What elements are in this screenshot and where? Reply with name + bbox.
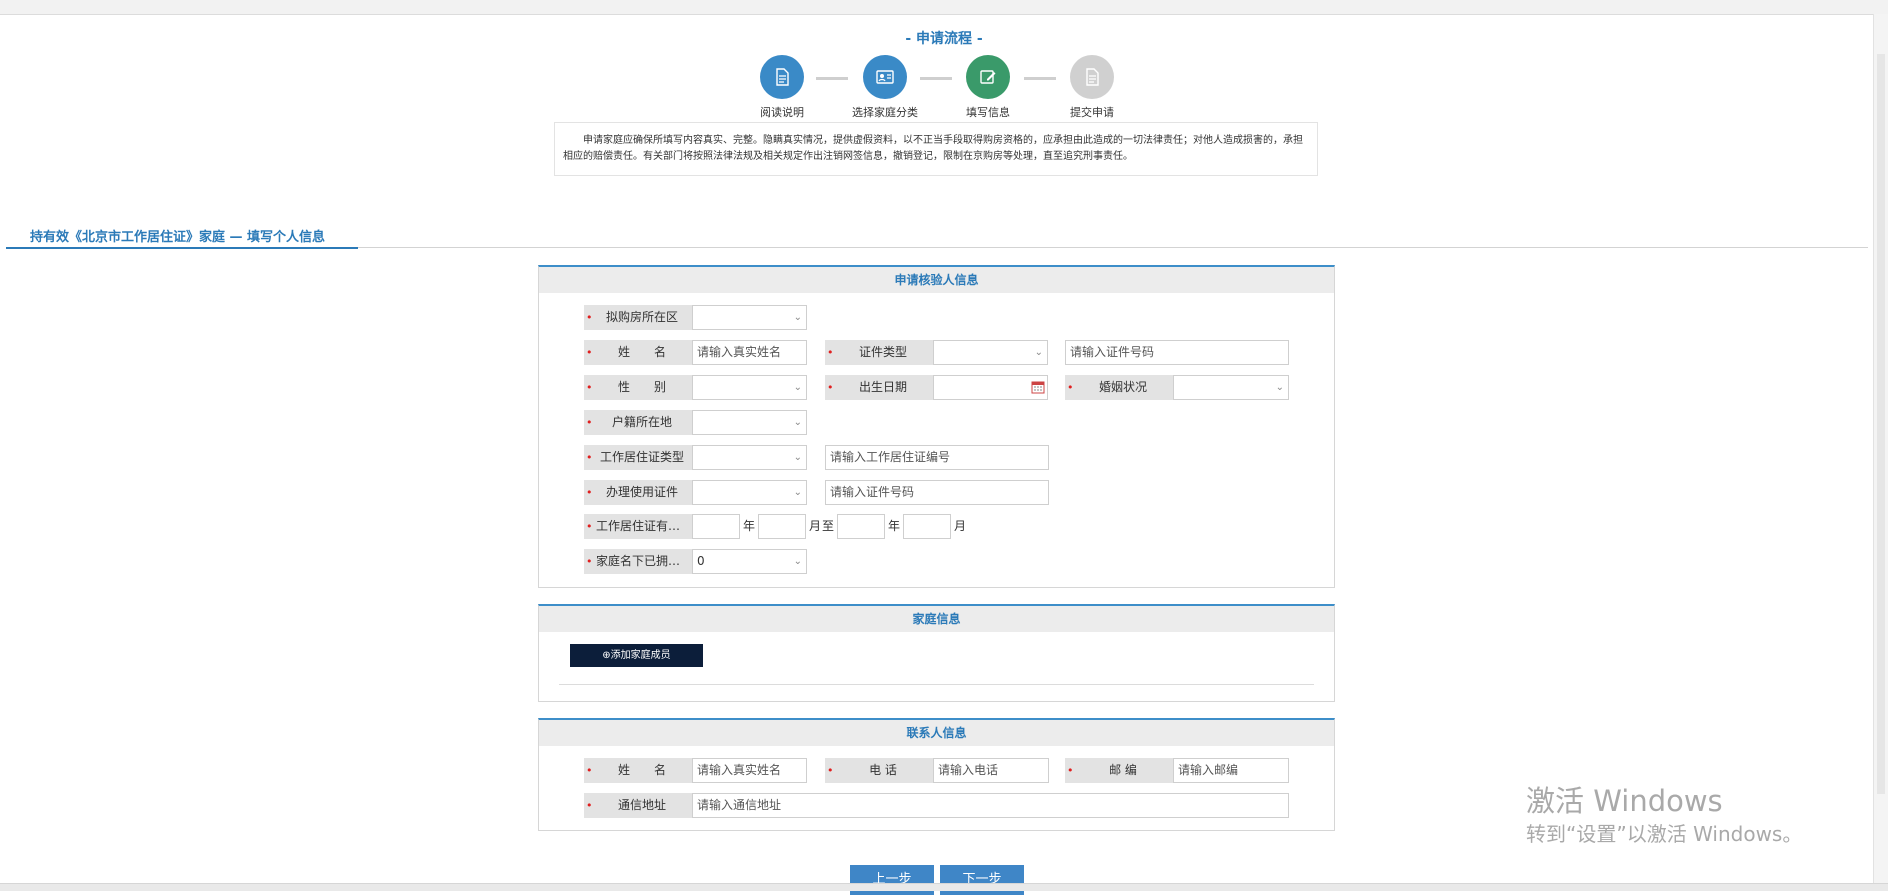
contact-phone-input[interactable]: 请输入电话 [933, 758, 1049, 783]
id-number-input[interactable]: 请输入证件号码 [1065, 340, 1289, 365]
district-label: • 拟购房所在区 [584, 305, 692, 330]
validity-end-month-input[interactable] [903, 514, 951, 539]
validity-start-year-input[interactable] [692, 514, 740, 539]
step-label: 选择家庭分类 [852, 106, 918, 119]
step-submit [1070, 55, 1114, 99]
document-icon [1086, 68, 1099, 86]
birth-date-label: • 出生日期 [825, 375, 933, 400]
district-select[interactable]: ⌄ [692, 305, 807, 330]
id-card-icon [876, 70, 894, 84]
contact-zip-input[interactable]: 请输入邮编 [1173, 758, 1289, 783]
step-connector [816, 77, 848, 80]
page-title: 持有效《北京市工作居住证》家庭 — 填写个人信息 [30, 230, 326, 245]
permit-number-input[interactable]: 请输入工作居住证编号 [825, 445, 1049, 470]
houses-owned-select[interactable]: 0 ⌄ [692, 549, 807, 574]
used-id-select[interactable]: ⌄ [692, 480, 807, 505]
chevron-down-icon: ⌄ [1034, 347, 1043, 358]
used-id-number-input[interactable]: 请输入证件号码 [825, 480, 1049, 505]
contact-name-label: • 姓 名 [584, 758, 692, 783]
contact-phone-label: • 电 话 [825, 758, 933, 783]
unit-year: 年 [743, 519, 756, 533]
horizontal-scrollbar[interactable] [0, 883, 1888, 891]
step-select-category [863, 55, 907, 99]
hukou-select[interactable]: ⌄ [692, 410, 807, 435]
permit-type-label: • 工作居住证类型 [584, 445, 692, 470]
step-fill-info [966, 55, 1010, 99]
browser-top-strip [0, 0, 1888, 15]
chevron-down-icon: ⌄ [793, 556, 802, 567]
step-read-instructions [760, 55, 804, 99]
validity-end-year-input[interactable] [837, 514, 885, 539]
edit-icon [980, 70, 996, 84]
family-section: 家庭信息 ⊕添加家庭成员 [538, 604, 1335, 702]
step-connector [920, 77, 952, 80]
chevron-down-icon: ⌄ [793, 417, 802, 428]
contact-section: 联系人信息 • 姓 名 请输入真实姓名 • 电 话 请输入电话 • 邮 编 请输入邮编… [538, 718, 1335, 831]
hukou-label: • 户籍所在地 [584, 410, 692, 435]
flow-title: - 申请流程 - [905, 31, 983, 47]
scrollbar-thumb[interactable] [1877, 54, 1885, 794]
contact-zip-label: • 邮 编 [1065, 758, 1173, 783]
unit-year: 年 [888, 519, 901, 533]
contact-address-input[interactable]: 请输入通信地址 [692, 793, 1289, 818]
title-divider [358, 247, 1868, 248]
step-connector [1024, 77, 1056, 80]
validity-start-month-input[interactable] [758, 514, 806, 539]
calendar-icon[interactable] [1031, 380, 1045, 394]
unit-month: 月 [954, 519, 967, 533]
vertical-scrollbar[interactable] [1873, 14, 1888, 884]
section-header: 联系人信息 [539, 720, 1334, 746]
step-label: 填写信息 [966, 106, 1010, 119]
step-label: 提交申请 [1070, 106, 1114, 119]
unit-month: 月 [809, 519, 822, 533]
legal-notice: 申请家庭应确保所填写内容真实、完整。隐瞒真实情况，提供虚假资料，以不正当手段取得… [554, 122, 1318, 176]
section-header: 家庭信息 [539, 606, 1334, 632]
chevron-down-icon: ⌄ [793, 312, 802, 323]
marital-status-select[interactable]: ⌄ [1173, 375, 1289, 400]
step-label: 阅读说明 [760, 106, 804, 119]
unit-to: 至 [822, 519, 835, 533]
chevron-down-icon: ⌄ [793, 487, 802, 498]
used-id-label: • 办理使用证件 [584, 480, 692, 505]
gender-label: • 性 别 [584, 375, 692, 400]
houses-owned-label: • 家庭名下已拥有... [584, 549, 692, 574]
houses-owned-value: 0 [697, 554, 705, 568]
activation-watermark-title: 激活 Windows [1526, 784, 1723, 818]
title-underline [6, 247, 358, 249]
add-family-member-button[interactable]: ⊕添加家庭成员 [570, 644, 703, 667]
birth-date-input[interactable] [933, 375, 1048, 400]
name-label: • 姓 名 [584, 340, 692, 365]
family-divider [559, 684, 1314, 685]
marital-status-label: • 婚姻状况 [1065, 375, 1173, 400]
contact-name-input[interactable]: 请输入真实姓名 [692, 758, 807, 783]
document-icon [776, 68, 789, 86]
section-header: 申请核验人信息 [539, 267, 1334, 293]
id-type-select[interactable]: ⌄ [933, 340, 1048, 365]
chevron-down-icon: ⌄ [793, 452, 802, 463]
chevron-down-icon: ⌄ [1275, 382, 1284, 393]
contact-address-label: • 通信地址 [584, 793, 692, 818]
name-input[interactable]: 请输入真实姓名 [692, 340, 807, 365]
chevron-down-icon: ⌄ [793, 382, 802, 393]
permit-validity-label: • 工作居住证有效... [584, 514, 692, 539]
permit-type-select[interactable]: ⌄ [692, 445, 807, 470]
gender-select[interactable]: ⌄ [692, 375, 807, 400]
id-type-label: • 证件类型 [825, 340, 933, 365]
applicant-section: 申请核验人信息 • 拟购房所在区 ⌄ • 姓 名 请输入真实姓名 • 证件类型 ⌄ 请… [538, 265, 1335, 588]
activation-watermark-subtitle: 转到“设置”以激活 Windows。 [1526, 822, 1803, 846]
